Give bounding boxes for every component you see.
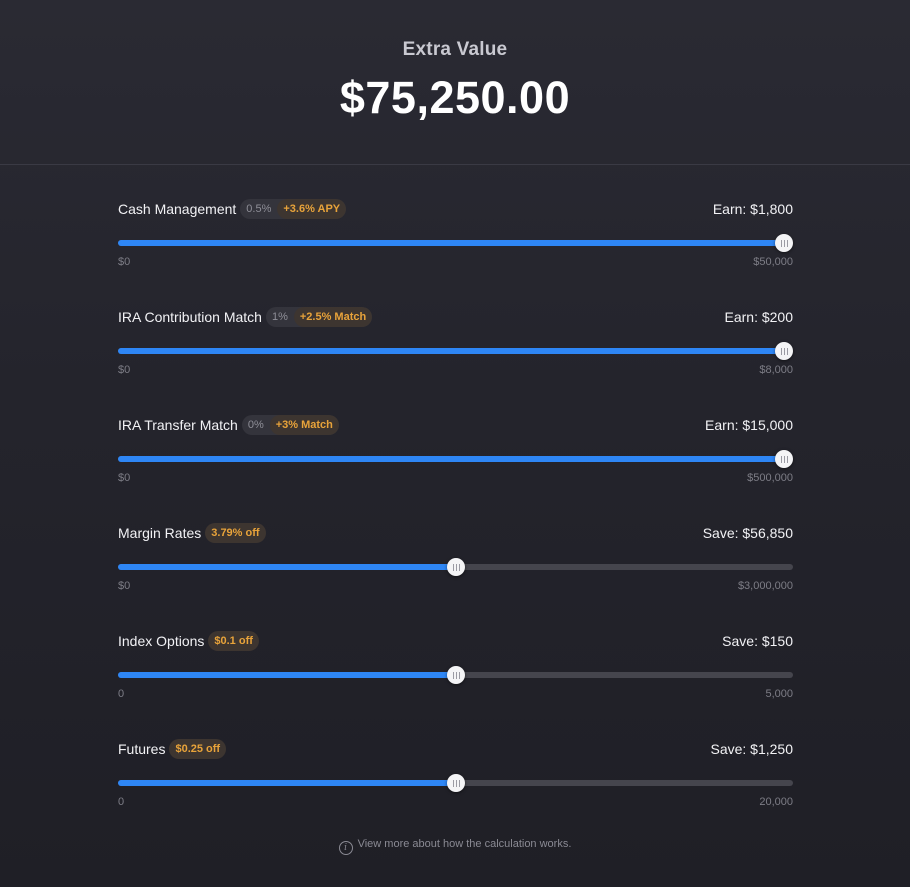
cash-management-slider[interactable]: [118, 234, 793, 252]
slider-range: $0 $8,000: [118, 364, 793, 376]
slider-thumb[interactable]: [447, 666, 465, 684]
grip-icon: [452, 779, 460, 787]
range-min: 0: [118, 688, 125, 700]
rate-badge: $0.25 off: [169, 739, 227, 759]
rate-badge: 0.5% +3.6% APY: [240, 199, 347, 219]
earn-value: Earn: $1,800: [712, 201, 793, 217]
slider-thumb[interactable]: [447, 774, 465, 792]
row-margin-rates: Margin Rates 3.79% off Save: $56,850 $0 …: [118, 522, 793, 630]
save-value: Save: $1,250: [710, 741, 793, 757]
range-min: $0: [118, 580, 131, 592]
ira-contribution-slider[interactable]: [118, 342, 793, 360]
rate-badge: 0% +3% Match: [241, 415, 339, 435]
save-value: Save: $56,850: [702, 525, 793, 541]
margin-rates-slider[interactable]: [118, 558, 793, 576]
promo-rate: +3% Match: [269, 415, 339, 435]
range-max: $50,000: [753, 256, 793, 268]
row-cash-management: Cash Management 0.5% +3.6% APY Earn: $1,…: [118, 198, 793, 306]
grip-icon: [780, 347, 788, 355]
save-value: Save: $150: [722, 633, 793, 649]
grip-icon: [452, 671, 460, 679]
earn-value: Earn: $15,000: [705, 417, 793, 433]
row-header: Futures $0.25 off Save: $1,250: [118, 738, 793, 760]
rate-badge: 3.79% off: [205, 523, 266, 543]
slider-fill: [118, 672, 456, 678]
rate-badge: 1% +2.5% Match: [265, 307, 373, 327]
row-header: IRA Contribution Match 1% +2.5% Match Ea…: [118, 306, 793, 328]
slider-range: 0 20,000: [118, 796, 793, 808]
row-label: Index Options: [118, 633, 205, 649]
promo-rate: $0.1 off: [214, 635, 253, 647]
promo-rate: +2.5% Match: [293, 307, 373, 327]
grip-icon: [780, 239, 788, 247]
index-options-slider[interactable]: [118, 666, 793, 684]
promo-rate: 3.79% off: [211, 527, 260, 539]
row-label: Cash Management: [118, 201, 237, 217]
slider-fill: [118, 348, 784, 354]
slider-fill: [118, 780, 456, 786]
range-min: $0: [118, 256, 131, 268]
range-min: $0: [118, 364, 131, 376]
base-rate: 0%: [247, 419, 264, 431]
row-label: IRA Contribution Match: [118, 309, 262, 325]
promo-rate: $0.25 off: [175, 743, 221, 755]
slider-fill: [118, 240, 784, 246]
range-min: 0: [118, 796, 125, 808]
base-rate: 0.5%: [246, 203, 272, 215]
row-header: Cash Management 0.5% +3.6% APY Earn: $1,…: [118, 198, 793, 220]
slider-range: $0 $3,000,000: [118, 580, 793, 592]
footer-note: i View more about how the calculation wor…: [0, 838, 910, 855]
row-header: Margin Rates 3.79% off Save: $56,850: [118, 522, 793, 544]
slider-thumb[interactable]: [775, 342, 793, 360]
slider-fill: [118, 564, 456, 570]
slider-thumb[interactable]: [775, 234, 793, 252]
rate-badge: $0.1 off: [208, 631, 259, 651]
summary-amount: $75,250.00: [339, 72, 571, 123]
slider-range: 0 5,000: [118, 688, 793, 700]
row-header: IRA Transfer Match 0% +3% Match Earn: $1…: [118, 414, 793, 436]
slider-range: $0 $500,000: [118, 472, 793, 484]
row-label: Margin Rates: [118, 525, 202, 541]
range-max: 20,000: [759, 796, 793, 808]
row-ira-transfer-match: IRA Transfer Match 0% +3% Match Earn: $1…: [118, 414, 793, 522]
grip-icon: [780, 455, 788, 463]
ira-transfer-slider[interactable]: [118, 450, 793, 468]
row-header: Index Options $0.1 off Save: $150: [118, 630, 793, 652]
futures-slider[interactable]: [118, 774, 793, 792]
range-min: $0: [118, 472, 131, 484]
range-max: 5,000: [765, 688, 793, 700]
slider-range: $0 $50,000: [118, 256, 793, 268]
grip-icon: [452, 563, 460, 571]
summary-title: Extra Value: [402, 39, 508, 60]
row-index-options: Index Options $0.1 off Save: $150 0 5,00…: [118, 630, 793, 738]
range-max: $3,000,000: [737, 580, 793, 592]
promo-rate: +3.6% APY: [277, 199, 347, 219]
info-icon: i: [338, 841, 353, 855]
base-rate: 1%: [271, 311, 288, 323]
row-label: Futures: [118, 741, 166, 757]
summary-header: Extra Value $75,250.00: [0, 0, 910, 165]
slider-fill: [118, 456, 784, 462]
row-ira-contribution-match: IRA Contribution Match 1% +2.5% Match Ea…: [118, 306, 793, 414]
slider-thumb[interactable]: [775, 450, 793, 468]
calculation-info-link[interactable]: View more about how the calculation work…: [358, 838, 572, 850]
slider-thumb[interactable]: [447, 558, 465, 576]
slider-list: Cash Management 0.5% +3.6% APY Earn: $1,…: [118, 198, 793, 846]
range-max: $500,000: [747, 472, 793, 484]
range-max: $8,000: [759, 364, 793, 376]
row-futures: Futures $0.25 off Save: $1,250 0 20,000: [118, 738, 793, 846]
earn-value: Earn: $200: [724, 309, 794, 325]
row-label: IRA Transfer Match: [118, 417, 238, 433]
